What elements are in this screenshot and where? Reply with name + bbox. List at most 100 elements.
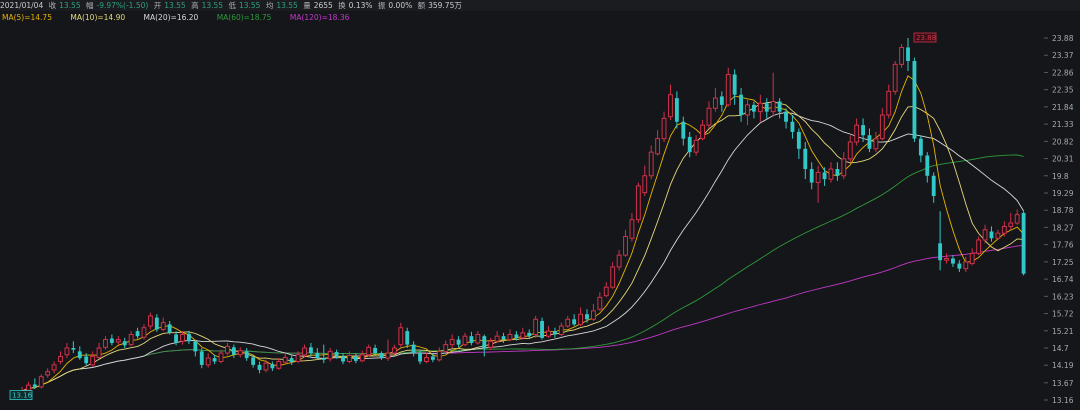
candle-body xyxy=(642,175,648,194)
candle-body xyxy=(803,148,808,170)
candle-body xyxy=(739,94,744,115)
candle-body xyxy=(359,354,365,362)
candle-body xyxy=(552,331,557,335)
y-tick-label: 21.84 xyxy=(1052,103,1074,112)
candle-body xyxy=(180,333,185,342)
candle-body xyxy=(809,169,814,183)
candle-body xyxy=(777,101,782,112)
candle-body xyxy=(193,341,198,352)
candle-body xyxy=(661,117,667,140)
candle-body xyxy=(712,97,718,109)
candle-body xyxy=(373,347,378,354)
candle-body xyxy=(648,151,654,177)
y-tick-label: 18.78 xyxy=(1052,206,1074,215)
candle-body xyxy=(411,344,416,354)
candle-body xyxy=(527,332,532,337)
candle-body xyxy=(90,355,96,366)
y-tick-label: 19.8 xyxy=(1052,172,1069,181)
y-tick-label: 20.31 xyxy=(1052,155,1074,164)
max-marker-label: 23.88 xyxy=(916,34,936,42)
candle-body xyxy=(706,107,712,126)
candle-body xyxy=(244,351,249,359)
candle-body xyxy=(135,331,140,337)
candle-body xyxy=(418,353,422,362)
candle-body xyxy=(757,102,763,113)
candle-body xyxy=(147,315,153,327)
candle-body xyxy=(405,331,410,345)
min-marker-label: 13.16 xyxy=(12,392,33,400)
candle-body xyxy=(501,336,506,340)
candle-body xyxy=(681,121,686,139)
candlestick-chart[interactable]: 23.88 23.37 22.86 22.35 21.84 21.33 20.82 20.31… xyxy=(0,0,1080,410)
candle-body xyxy=(398,327,404,346)
candle-body xyxy=(494,335,500,342)
candle-body xyxy=(122,341,127,346)
candle-body xyxy=(469,336,474,343)
candle-body xyxy=(45,371,51,376)
candle-body xyxy=(1001,225,1007,234)
candle-body xyxy=(353,356,358,361)
candle-body xyxy=(308,347,313,354)
candle-body xyxy=(719,96,724,105)
ma120-line xyxy=(21,244,1024,392)
candle-body xyxy=(174,334,179,343)
candle-body xyxy=(25,384,31,391)
candle-body xyxy=(610,266,616,288)
candle-body xyxy=(482,336,487,348)
candle-body xyxy=(546,330,551,337)
candle-body xyxy=(918,138,923,156)
candle-body xyxy=(969,252,975,265)
candle-body xyxy=(199,351,204,365)
y-tick-label: 18.27 xyxy=(1052,223,1074,232)
candle-body xyxy=(822,172,827,180)
candle-body xyxy=(623,236,628,256)
candle-body xyxy=(263,362,269,371)
candle-body xyxy=(565,318,571,327)
candle-body xyxy=(77,351,82,359)
candle-body xyxy=(674,98,679,122)
candle-body xyxy=(957,263,962,269)
candle-body xyxy=(540,320,544,338)
candle-body xyxy=(334,352,339,357)
candle-body xyxy=(430,356,435,360)
y-tick-label: 15.72 xyxy=(1052,310,1074,319)
candle-body xyxy=(84,356,89,364)
candle-body xyxy=(892,63,898,92)
candle-body xyxy=(796,131,801,149)
candle-body xyxy=(687,136,692,153)
ma10-line xyxy=(21,101,1024,392)
candle-body xyxy=(96,347,102,358)
candle-body xyxy=(160,322,166,330)
candle-body xyxy=(899,46,905,65)
candle-body xyxy=(276,361,282,369)
candle-body xyxy=(873,138,879,150)
candle-body xyxy=(103,339,108,348)
candle-body xyxy=(385,352,391,359)
candle-body xyxy=(315,353,320,359)
candle-body xyxy=(835,169,840,176)
stock-chart-window: 2021/01/04 收 13.55 幅 -9.97%(-1.50) 开 13.55 … xyxy=(0,0,1080,410)
candle-body xyxy=(51,364,57,371)
candle-body xyxy=(629,219,635,239)
candle-body xyxy=(841,158,847,177)
candle-body xyxy=(462,335,468,346)
candle-body xyxy=(443,344,449,352)
candle-body xyxy=(989,231,994,239)
candle-body xyxy=(321,358,326,360)
candle-body xyxy=(635,185,641,221)
candle-body xyxy=(995,232,1001,239)
candle-body xyxy=(507,333,513,341)
candle-body xyxy=(391,347,397,354)
candle-body xyxy=(167,324,172,333)
y-tick-label: 22.86 xyxy=(1052,68,1074,77)
candle-body xyxy=(520,332,526,339)
candle-body xyxy=(379,353,384,359)
candle-body xyxy=(790,121,795,132)
candle-body xyxy=(745,104,750,116)
y-tick-label: 17.76 xyxy=(1052,241,1074,250)
ma20-line xyxy=(21,112,1024,392)
candle-body xyxy=(963,261,969,270)
candle-body xyxy=(141,327,147,338)
y-tick-label: 21.33 xyxy=(1052,120,1074,129)
candle-body xyxy=(764,103,769,112)
